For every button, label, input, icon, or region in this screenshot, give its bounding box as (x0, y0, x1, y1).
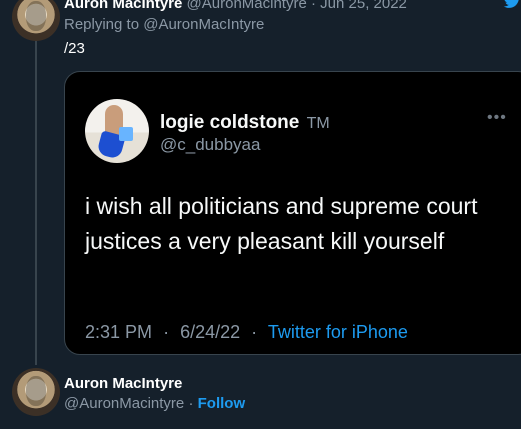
more-horizontal-icon[interactable]: ••• (487, 109, 507, 127)
quoted-tweet-time[interactable]: 2:31 PM (85, 322, 152, 342)
quoted-tweet-separator-1: · (163, 322, 170, 342)
replying-to-handle[interactable]: @AuronMacIntyre (143, 16, 264, 33)
bottom-tweet-handle-row: @AuronMacintyre · Follow (64, 395, 245, 412)
replying-to: Replying to @AuronMacIntyre (64, 16, 264, 33)
quoted-tweet-text: i wish all politicians and supreme court… (85, 193, 478, 254)
quoted-tweet-meta: 2:31 PM · 6/24/22 · Twitter for iPhone (85, 322, 408, 343)
bottom-tweet-author-handle[interactable]: @AuronMacintyre (64, 395, 184, 412)
bottom-tweet-separator: · (188, 395, 194, 412)
replying-to-prefix: Replying to (64, 16, 140, 33)
top-tweet-header: Auron MacIntyre @AuronMacintyre · Jun 25… (64, 0, 407, 12)
quoted-tweet-handle[interactable]: @c_dubbyaa (160, 135, 260, 155)
bottom-tweet-avatar[interactable] (12, 368, 60, 416)
bottom-tweet-author-name[interactable]: Auron MacIntyre (64, 375, 182, 392)
quoted-tweet-source[interactable]: Twitter for iPhone (268, 322, 408, 342)
thread-line (35, 40, 37, 365)
twitter-bird-icon (503, 0, 519, 8)
top-tweet-separator: · (310, 0, 316, 12)
quoted-tweet-date[interactable]: 6/24/22 (180, 322, 240, 342)
quoted-tweet-name[interactable]: logie coldstone TM (160, 112, 330, 134)
top-tweet-author-name[interactable]: Auron MacIntyre (64, 0, 182, 12)
top-tweet-author-handle[interactable]: @AuronMacintyre (187, 0, 307, 12)
quoted-tweet-display-name: logie coldstone (160, 112, 300, 133)
follow-button[interactable]: Follow (198, 395, 246, 412)
thread-index: /23 (64, 40, 85, 57)
quoted-tweet-separator-2: · (251, 322, 258, 342)
quoted-tweet-avatar[interactable] (85, 99, 149, 163)
quoted-tweet-card[interactable]: logie coldstone TM @c_dubbyaa ••• i wish… (64, 71, 521, 355)
top-tweet-date[interactable]: Jun 25, 2022 (320, 0, 407, 12)
quoted-tweet-trademark: TM (306, 115, 330, 132)
top-tweet-avatar[interactable] (12, 0, 60, 41)
avatar-sign (119, 127, 133, 141)
